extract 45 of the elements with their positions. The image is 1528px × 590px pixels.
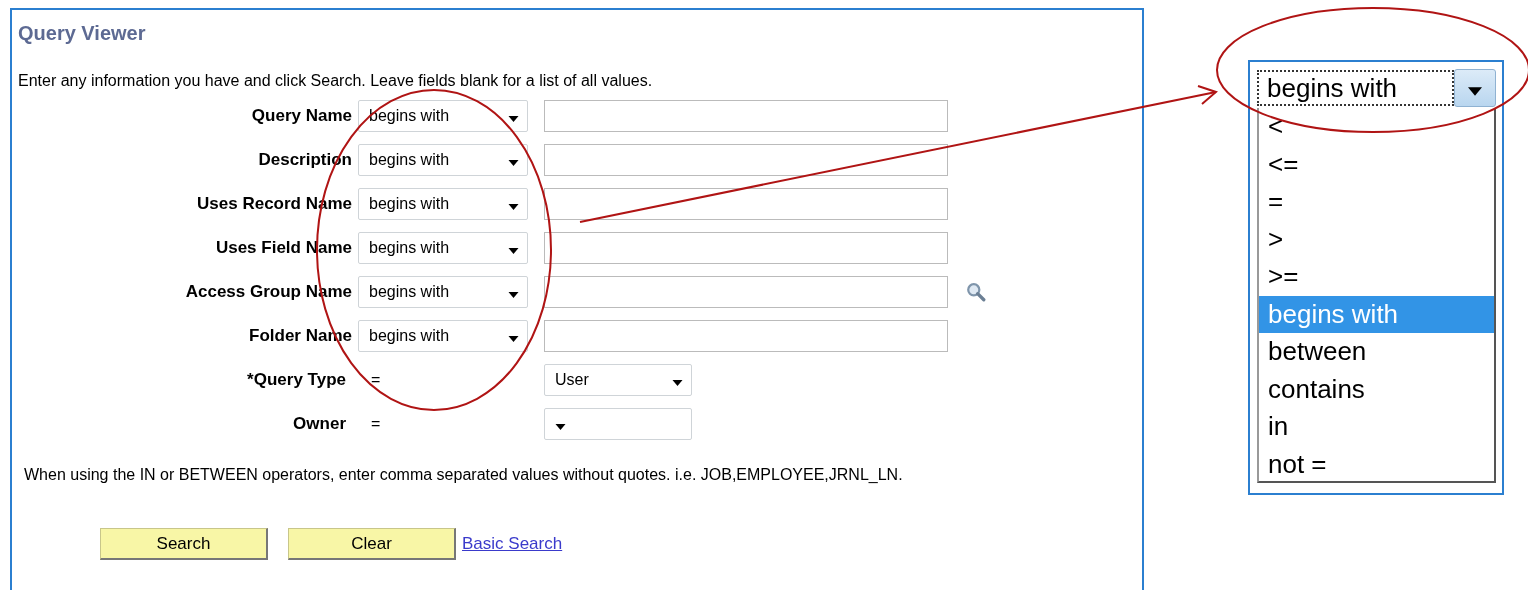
caret-icon <box>1468 86 1482 96</box>
dropdown-option[interactable]: < <box>1259 108 1494 146</box>
dropdown-option[interactable]: <= <box>1259 145 1494 183</box>
dropdown-option[interactable]: = <box>1259 183 1494 221</box>
dropdown-option[interactable]: contains <box>1259 370 1494 408</box>
search-icon[interactable] <box>966 282 986 302</box>
input-field[interactable] <box>544 320 948 352</box>
field-label: Owner <box>292 414 346 434</box>
caret-icon <box>508 204 519 210</box>
operator-dropdown[interactable]: begins with <box>358 276 528 308</box>
value-dropdown[interactable] <box>544 408 692 440</box>
dropdown-option[interactable]: > <box>1259 220 1494 258</box>
action-button[interactable]: Clear <box>288 528 456 560</box>
field-label: Query Name <box>251 106 353 126</box>
basic-search-link[interactable]: Basic Search <box>462 534 563 554</box>
dropdown-option[interactable]: not = <box>1259 445 1494 483</box>
operator-dropdown[interactable]: begins with <box>358 144 528 176</box>
dropdown-button[interactable] <box>1454 69 1496 107</box>
dropdown-option[interactable]: between <box>1259 333 1494 371</box>
value-dropdown[interactable]: User <box>544 364 692 396</box>
caret-icon <box>508 248 519 254</box>
input-field[interactable] <box>544 232 948 264</box>
operator-dropdown[interactable]: begins with <box>358 100 528 132</box>
operator-dropdown[interactable]: begins with <box>358 188 528 220</box>
operator-text: = <box>371 371 381 389</box>
caret-icon <box>508 336 519 342</box>
input-field[interactable] <box>544 100 948 132</box>
caret-icon <box>672 380 683 386</box>
field-label: *Query Type <box>246 370 346 390</box>
caret-icon <box>508 160 519 166</box>
operator-text: = <box>371 415 381 433</box>
caret-icon <box>508 292 519 298</box>
caret-icon <box>508 116 519 122</box>
dropdown-option[interactable]: in <box>1259 408 1494 446</box>
operator-dropdown[interactable]: begins with <box>358 320 528 352</box>
dropdown-option[interactable]: >= <box>1259 258 1494 296</box>
input-field[interactable] <box>544 188 948 220</box>
input-field[interactable] <box>544 144 948 176</box>
action-button[interactable]: Search <box>100 528 268 560</box>
instructions-text: Enter any information you have and click Search. Leave fields blank for a list of all values. <box>18 72 654 90</box>
page-title: Query Viewer <box>18 22 147 45</box>
note-text: When using the IN or BETWEEN operators, enter comma separated values without quotes. i.e. JOB,EMPLOYEE,JRNL_LN. <box>24 466 904 484</box>
input-field[interactable] <box>544 276 948 308</box>
caret-icon <box>555 424 566 430</box>
operator-dropdown[interactable]: begins with <box>358 232 528 264</box>
